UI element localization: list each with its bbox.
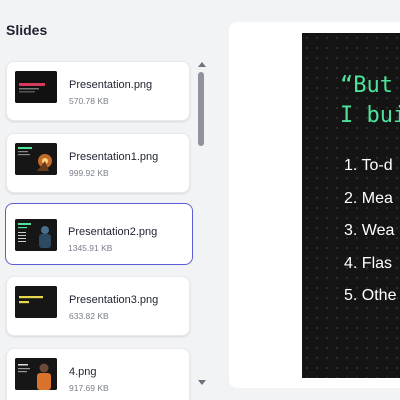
slide-filesize: 633.82 KB — [69, 311, 109, 321]
preview-list-item: 4. Flas — [344, 255, 393, 272]
scroll-up-arrow-icon[interactable] — [198, 62, 206, 67]
slide-item-selected[interactable]: Presentation2.png 1345.91 KB — [5, 203, 193, 265]
slide-thumbnail — [15, 143, 57, 175]
slide-filename: Presentation3.png — [69, 294, 159, 306]
slide-thumbnail — [15, 71, 57, 103]
preview-list-item: 1. To-d — [344, 157, 393, 174]
slide-filesize: 1345.91 KB — [68, 243, 113, 253]
preview-list-item: 2. Mea — [344, 190, 393, 207]
slide-filename: Presentation1.png — [69, 151, 159, 163]
slide-filesize: 917.69 KB — [69, 383, 109, 393]
slide-filename: Presentation.png — [69, 79, 153, 91]
scrollbar-thumb[interactable] — [198, 72, 204, 146]
preview-quote-line: I bui — [340, 103, 400, 128]
slide-item[interactable]: 4.png 917.69 KB — [6, 348, 190, 400]
preview-quote-line: “But — [340, 73, 393, 98]
preview-list-item: 3. Wea — [344, 222, 395, 239]
slide-item[interactable]: Presentation.png 570.78 KB — [6, 61, 190, 121]
slide-filename: Presentation2.png — [68, 226, 158, 238]
slide-thumbnail — [15, 286, 57, 318]
slide-item[interactable]: Presentation3.png 633.82 KB — [6, 276, 190, 336]
slide-item[interactable]: Presentation1.png 999.92 KB — [6, 133, 190, 193]
slide-filesize: 999.92 KB — [69, 168, 109, 178]
slide-preview: “But I bui 1. To-d 2. Mea 3. Wea 4. Flas… — [302, 33, 400, 378]
slide-filesize: 570.78 KB — [69, 96, 109, 106]
slide-thumbnail — [15, 219, 57, 251]
slide-filename: 4.png — [69, 366, 97, 378]
slide-thumbnail — [15, 358, 57, 390]
slides-panel-title: Slides — [6, 22, 48, 38]
preview-list-item: 5. Othe — [344, 287, 397, 304]
slide-list-scrollbar[interactable] — [196, 60, 208, 390]
scroll-down-arrow-icon[interactable] — [198, 380, 206, 385]
slide-list[interactable]: Presentation.png 570.78 KB Presentation1… — [0, 56, 196, 400]
